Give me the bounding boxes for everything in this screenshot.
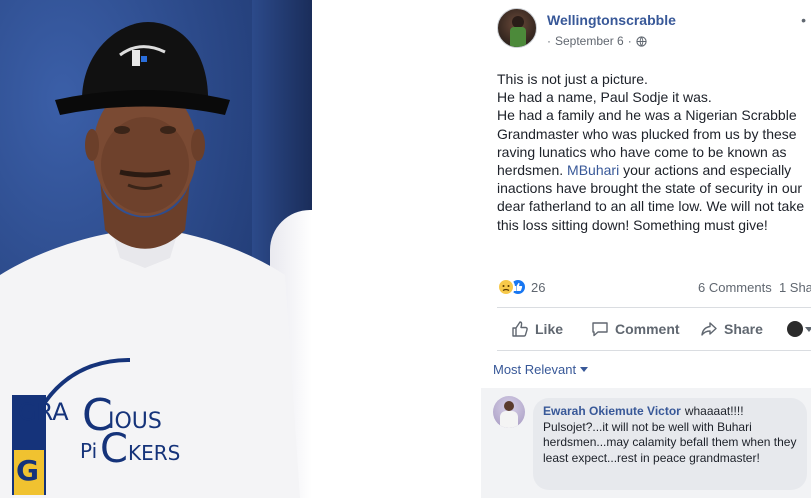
meta-separator: · (547, 34, 551, 48)
reaction-as-selector[interactable] (787, 321, 811, 337)
thumbs-up-icon (512, 321, 528, 337)
shirt-text-pi: Pi (80, 439, 97, 463)
commenter-avatar[interactable] (493, 396, 525, 428)
meta-separator-2: · (627, 34, 632, 48)
shirt-tile-letter: G (16, 454, 39, 487)
post-paragraph: He had a family and he was a Nigerian Sc… (497, 106, 807, 233)
comments-shares-count[interactable]: 6 Comments 1 Sha (698, 280, 811, 295)
chevron-down-icon (580, 367, 589, 372)
share-button[interactable]: Share (700, 320, 763, 338)
share-icon (701, 322, 717, 336)
shirt-text-gra: GRA (18, 398, 69, 426)
commenter-avatar-head (504, 401, 514, 411)
comment-bubble: Ewarah Okiemute Victor whaaaat!!!! Pulsoj… (533, 398, 807, 490)
reaction-count: 26 (531, 279, 546, 295)
post-header: Wellingtonscrabble · September 6 · • (497, 8, 807, 52)
post-photo[interactable]: G GRA C IOUS Pi C KERS (0, 0, 312, 498)
commenter-avatar-body (500, 411, 518, 428)
share-label: Share (724, 321, 763, 337)
shirt-text-c2: C (100, 426, 128, 472)
chevron-down-icon (805, 326, 811, 332)
page-avatar[interactable] (497, 8, 537, 48)
like-label: Like (535, 321, 564, 337)
comment-author-link[interactable]: Ewarah Okiemute Victor (543, 404, 681, 418)
comments-count[interactable]: 6 Comments (698, 280, 772, 295)
shirt-text-kers: KERS (128, 441, 180, 465)
shares-count[interactable]: 1 Sha (779, 280, 811, 295)
comment-button[interactable]: Comment (591, 320, 680, 338)
avatar-body (510, 27, 526, 47)
page-name-link[interactable]: Wellingtonscrabble (547, 12, 676, 28)
divider (497, 307, 811, 308)
post-meta: · September 6 · (547, 34, 647, 48)
sort-label: Most Relevant (493, 362, 577, 377)
divider (497, 350, 811, 351)
user-mini-avatar (787, 321, 803, 337)
reactions-summary[interactable]: 26 (497, 277, 545, 297)
mention-link[interactable]: MBuhari (567, 162, 619, 178)
post-date[interactable]: September 6 (555, 34, 624, 48)
post-line: He had a name, Paul Sodje it was. (497, 89, 712, 106)
globe-icon[interactable] (636, 35, 647, 47)
more-options-icon[interactable]: • (801, 12, 807, 28)
post-actions: Like Comment Share (497, 312, 811, 346)
post-panel: Wellingtonscrabble · September 6 · • Thi… (481, 0, 811, 498)
sad-reaction-icon (497, 278, 515, 296)
comments-section: Ewarah Okiemute Victor whaaaat!!!! Pulsoj… (481, 388, 811, 498)
man-portrait: G GRA C IOUS Pi C KERS (0, 22, 300, 498)
post-text: This is not just a picture. He had a nam… (497, 70, 807, 234)
comment-icon (592, 322, 608, 337)
like-button[interactable]: Like (511, 320, 563, 338)
comment-sort-dropdown[interactable]: Most Relevant (493, 362, 589, 377)
comment-label: Comment (615, 321, 680, 337)
post-line: This is not just a picture. (497, 71, 648, 87)
